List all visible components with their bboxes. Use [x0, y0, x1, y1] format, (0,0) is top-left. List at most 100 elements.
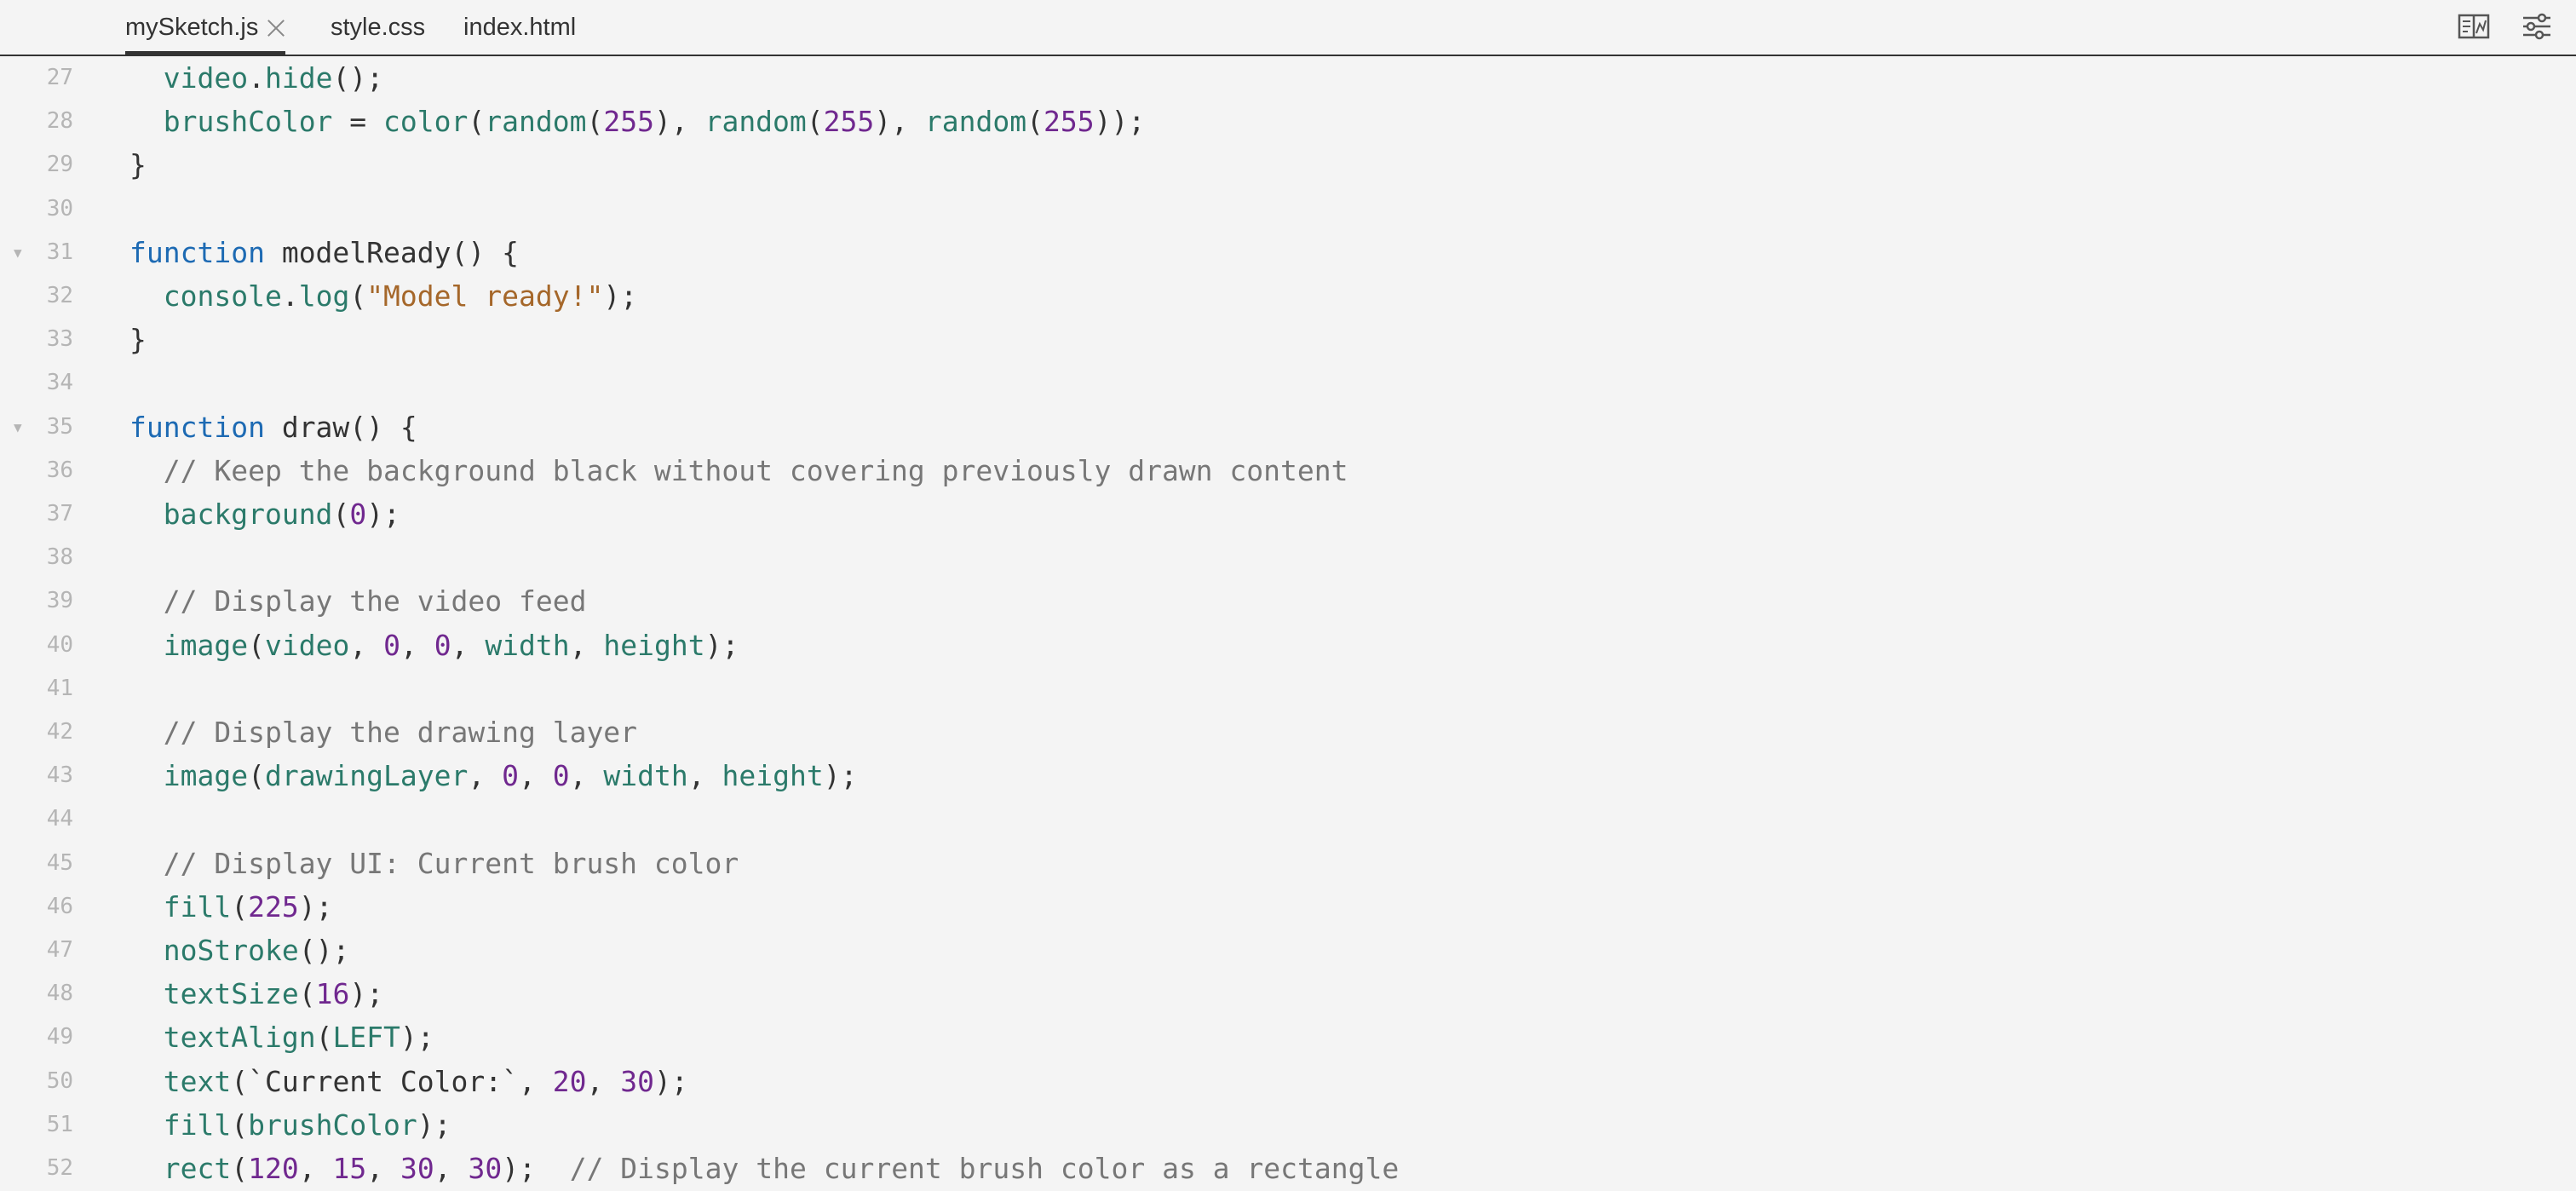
tab-mysketch-js[interactable]: mySketch.js [125, 0, 286, 56]
code-token: 0 [552, 759, 570, 793]
code-token: ( [298, 977, 316, 1011]
code-line[interactable]: 46 fill(225); [0, 885, 2576, 929]
code-token: ); [704, 628, 739, 662]
code-token: (`Current Color:`, [231, 1064, 553, 1098]
code-line[interactable]: 42 // Display the drawing layer [0, 711, 2576, 754]
code-token: , [434, 1152, 469, 1185]
settings-sliders-icon[interactable] [2521, 12, 2553, 41]
line-number: 39 [46, 588, 73, 614]
code-token: ); [823, 759, 858, 793]
code-token: modelReady() { [264, 235, 519, 269]
code-token: (); [332, 61, 384, 95]
line-number: 42 [46, 719, 73, 745]
code-line[interactable]: 34 [0, 361, 2576, 405]
code-token: , [569, 628, 604, 662]
line-number: 44 [46, 806, 73, 832]
layout-toggle-icon[interactable] [2458, 12, 2490, 41]
code-line[interactable]: 28 brushColor = color(random(255), rando… [0, 100, 2576, 143]
code-token: 0 [502, 759, 520, 793]
code-line[interactable]: 41 [0, 667, 2576, 711]
code-token: ( [586, 105, 604, 139]
file-tab-bar: mySketch.js style.css index.html [0, 0, 2576, 56]
code-token: 15 [332, 1152, 367, 1185]
code-token: drawingLayer [264, 759, 469, 793]
code-line[interactable]: 37 background(0); [0, 492, 2576, 536]
line-number: 32 [46, 283, 73, 308]
code-line[interactable]: 43 image(drawingLayer, 0, 0, width, heig… [0, 754, 2576, 797]
close-icon[interactable] [267, 18, 285, 37]
code-token: ); [366, 498, 400, 531]
code-text: function draw() { [129, 406, 417, 449]
code-line[interactable]: 30 [0, 187, 2576, 231]
code-token: } [129, 323, 147, 357]
line-number: 50 [46, 1067, 73, 1094]
code-token: , [298, 1152, 333, 1185]
code-line[interactable]: ▼ 35 function draw() { [0, 406, 2576, 449]
code-line[interactable]: 51 fill(brushColor); [0, 1103, 2576, 1147]
code-editor[interactable]: 27 video.hide(); 28 brushColor = color(ra… [0, 56, 2576, 1191]
code-token: } [129, 148, 147, 182]
code-token: (); [298, 934, 350, 967]
code-token: noStroke [163, 934, 299, 967]
code-line[interactable]: 33} [0, 318, 2576, 361]
code-token: height [722, 759, 824, 793]
code-token: 0 [434, 628, 451, 662]
code-line[interactable]: 48 textSize(16); [0, 972, 2576, 1016]
code-token: random [485, 105, 587, 139]
code-token: background [163, 498, 333, 531]
code-line[interactable]: ▼ 31 function modelReady() { [0, 231, 2576, 274]
line-number: 40 [46, 631, 73, 658]
code-token: , [400, 628, 434, 662]
code-line[interactable]: 44 [0, 797, 2576, 841]
code-token: width [485, 628, 570, 662]
code-token: ( [248, 759, 265, 793]
code-token: = [332, 105, 384, 139]
code-token: console [163, 279, 282, 313]
code-text: fill(225); [129, 885, 333, 929]
code-text: // Keep the background black without cov… [129, 449, 1348, 492]
code-token: ); [298, 889, 333, 923]
code-line[interactable]: 36 // Keep the background black without … [0, 449, 2576, 492]
code-line[interactable]: 39 // Display the video feed [0, 579, 2576, 623]
line-number: 33 [46, 326, 73, 353]
tab-index-html[interactable]: index.html [463, 0, 576, 55]
code-token: 255 [1043, 105, 1095, 139]
code-line[interactable]: 47 noStroke(); [0, 929, 2576, 972]
code-token: 30 [468, 1152, 503, 1185]
code-token: ( [806, 105, 824, 139]
code-token: , [451, 628, 486, 662]
code-token: image [163, 628, 249, 662]
code-line[interactable]: 40 image(video, 0, 0, width, height); [0, 624, 2576, 667]
code-token: height [603, 628, 705, 662]
tab-style-css[interactable]: style.css [331, 0, 425, 55]
line-number: 37 [46, 501, 73, 526]
code-line[interactable]: 27 video.hide(); [0, 56, 2576, 100]
code-text: noStroke(); [129, 929, 350, 972]
code-line[interactable]: 32 console.log("Model ready!"); [0, 274, 2576, 318]
line-number: 31 [46, 239, 73, 265]
tab-label: style.css [331, 13, 426, 41]
code-line[interactable]: 29} [0, 143, 2576, 187]
code-token: ); [349, 977, 384, 1011]
code-token: ), [874, 105, 925, 139]
line-number: 52 [46, 1155, 73, 1181]
code-line[interactable]: 45 // Display UI: Current brush color [0, 842, 2576, 885]
code-line[interactable]: 49 textAlign(LEFT); [0, 1016, 2576, 1059]
code-token: ( [1026, 105, 1044, 139]
code-line[interactable]: 38 [0, 536, 2576, 579]
code-token: log [298, 279, 350, 313]
code-token: textSize [163, 977, 299, 1011]
code-token: )); [1094, 105, 1146, 139]
code-text: // Display UI: Current brush color [129, 842, 739, 885]
code-line[interactable]: 50 text(`Current Color:`, 20, 30); [0, 1060, 2576, 1103]
code-text: fill(brushColor); [129, 1103, 451, 1147]
code-token: // Display UI: Current brush color [163, 846, 739, 880]
code-line[interactable]: 52 rect(120, 15, 30, 30); // Display the… [0, 1147, 2576, 1190]
